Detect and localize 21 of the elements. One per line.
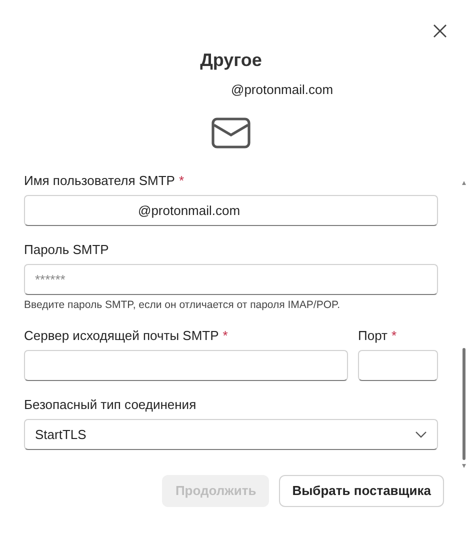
close-button[interactable]	[431, 22, 449, 40]
field-label: Имя пользователя SMTP *	[24, 172, 184, 190]
required-mark: *	[391, 328, 397, 343]
field-label: Пароль SMTP	[24, 241, 109, 259]
scrollbar[interactable]	[462, 181, 466, 468]
choose-provider-button[interactable]: Выбрать поставщика	[279, 475, 444, 507]
field-label: Порт *	[358, 327, 397, 345]
dialog-title: Другое	[199, 49, 263, 72]
input-field[interactable]: ******	[24, 264, 438, 295]
chevron-down-icon	[415, 431, 427, 438]
required-mark: *	[222, 328, 228, 343]
field-label: Сервер исходящей почты SMTP *	[24, 327, 228, 345]
input-field[interactable]	[358, 350, 438, 381]
required-mark: *	[178, 173, 184, 188]
input-field[interactable]	[24, 350, 348, 381]
help-text: Введите пароль SMTP, если он отличается от пароля IMAP/POP.	[24, 298, 342, 312]
account-address: @protonmail.com	[231, 81, 334, 99]
connection-type-dropdown[interactable]: StartTLS	[24, 419, 438, 450]
field-label: Безопасный тип соединения	[24, 396, 196, 414]
envelope-icon	[211, 117, 251, 149]
input-field[interactable]: @protonmail.com	[24, 195, 438, 226]
